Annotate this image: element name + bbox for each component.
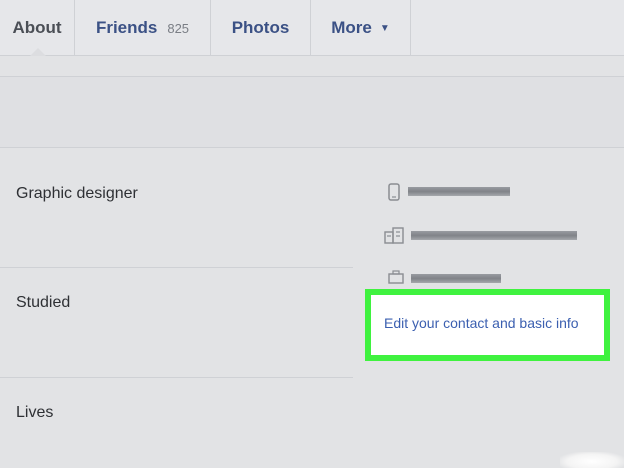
about-work: Graphic designer <box>16 185 138 202</box>
corner-smudge <box>560 452 624 468</box>
tab-photos-label: Photos <box>231 17 290 37</box>
briefcase-icon <box>388 270 404 284</box>
address-value-redacted <box>411 231 577 240</box>
tab-about-label: About <box>12 17 62 37</box>
about-education: Studied <box>16 294 71 311</box>
profile-tab-bar: About Friends 825 Photos More ▼ <box>0 0 624 56</box>
tab-more[interactable]: More ▼ <box>311 0 411 55</box>
section-header-band <box>0 76 624 148</box>
edit-contact-link[interactable]: Edit your contact and basic info <box>384 315 579 331</box>
friends-count: 825 <box>167 20 190 36</box>
building-icon <box>384 227 404 244</box>
tab-more-label: More <box>331 17 372 37</box>
row-divider <box>0 377 353 378</box>
tab-photos[interactable]: Photos <box>211 0 311 55</box>
edit-contact-highlight: Edit your contact and basic info <box>365 289 610 361</box>
tab-friends[interactable]: Friends 825 <box>75 0 211 55</box>
phone-icon <box>388 183 400 201</box>
active-tab-pointer <box>30 48 46 56</box>
work-value-redacted <box>411 274 501 283</box>
about-residence: Lives <box>16 404 54 421</box>
row-divider <box>0 267 353 268</box>
phone-value-redacted <box>408 187 510 196</box>
tab-friends-label: Friends <box>95 17 158 37</box>
chevron-down-icon: ▼ <box>379 23 390 34</box>
tab-about[interactable]: About <box>0 0 75 56</box>
